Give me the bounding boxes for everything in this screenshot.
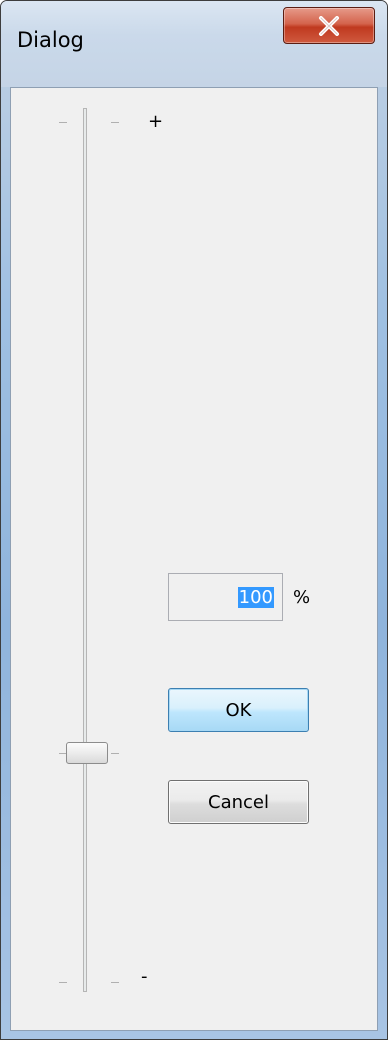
- slider-tick: [111, 753, 119, 754]
- zoom-percent-value: 100: [237, 586, 274, 608]
- slider-tick: [111, 982, 119, 983]
- slider-min-label: -: [141, 966, 148, 987]
- title-bar[interactable]: Dialog: [1, 1, 387, 87]
- slider-tick: [59, 982, 67, 983]
- dialog-client-area: + - 100 % OK Cancel: [10, 87, 378, 1031]
- zoom-slider-thumb[interactable]: [66, 742, 108, 764]
- slider-tick: [59, 122, 67, 123]
- ok-button[interactable]: OK: [168, 688, 309, 732]
- slider-max-label: +: [148, 111, 164, 132]
- slider-tick: [111, 122, 119, 123]
- cancel-button[interactable]: Cancel: [168, 780, 309, 824]
- zoom-slider-track[interactable]: [83, 108, 87, 992]
- close-icon: [319, 15, 339, 36]
- window-title: Dialog: [17, 28, 84, 52]
- cancel-button-label: Cancel: [208, 791, 269, 813]
- ok-button-label: OK: [225, 699, 252, 721]
- percent-label: %: [293, 587, 311, 608]
- close-button[interactable]: [283, 7, 375, 44]
- dialog-window: Dialog + - 100 % OK Cancel: [0, 0, 388, 1040]
- zoom-percent-input[interactable]: 100: [168, 573, 283, 621]
